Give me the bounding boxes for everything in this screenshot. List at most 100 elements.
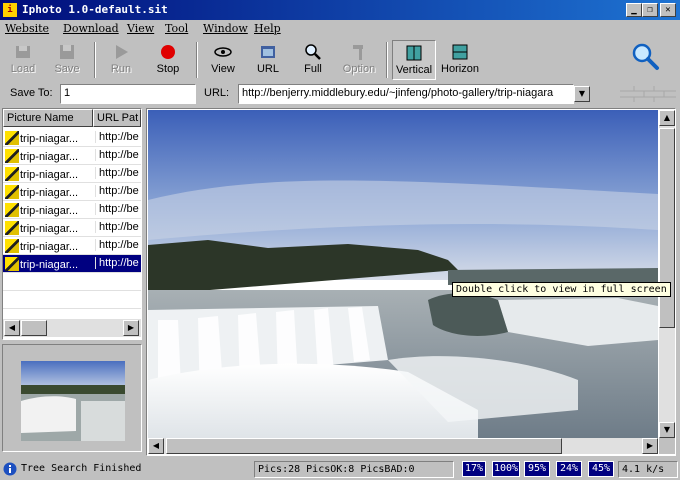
full-button[interactable]: Full: [294, 40, 332, 80]
option-label: Option: [342, 63, 376, 75]
list-item-url: http://be: [95, 221, 141, 233]
menu-website[interactable]: Website: [5, 22, 49, 35]
scroll-right-button[interactable]: ▶: [123, 320, 139, 336]
close-button[interactable]: ✕: [660, 3, 676, 17]
maximize-button[interactable]: ❐: [642, 3, 658, 17]
progress-badge: 24%: [556, 461, 582, 477]
url-input[interactable]: http://benjerry.middlebury.edu/~jinfeng/…: [238, 84, 574, 104]
arrow-right-icon: ▶: [646, 441, 654, 450]
arrow-down-icon: ▼: [663, 425, 671, 434]
viewer-vertical-scrollbar[interactable]: ▲ ▼: [659, 110, 675, 438]
horizon-layout-button[interactable]: Horizon: [438, 40, 482, 80]
horizon-label: Horizon: [441, 63, 479, 75]
list-item-url: http://be: [95, 257, 141, 269]
list-item-url: http://be: [95, 167, 141, 179]
thumbnail-preview: [2, 344, 142, 452]
image-file-icon: [5, 239, 19, 253]
horizon-layout-icon: [452, 44, 468, 60]
picture-list[interactable]: Picture Name URL Pat trip-niagar... http:…: [2, 108, 142, 340]
progress-badge: 17%: [462, 461, 486, 477]
list-horizontal-scrollbar[interactable]: ◀ ▶: [3, 319, 141, 337]
scroll-thumb[interactable]: [21, 320, 47, 336]
window-title: Iphoto 1.0-default.sit: [22, 3, 168, 16]
toolbar: Load Save Run Stop View URL Full Option …: [0, 38, 680, 82]
scroll-left-button[interactable]: ◀: [4, 320, 20, 336]
horizontal-scroll-thumb[interactable]: [166, 438, 562, 454]
toolbar-separator: [94, 42, 96, 78]
menu-help[interactable]: Help: [254, 22, 281, 35]
thumbnail-image[interactable]: [21, 361, 125, 441]
magnifier-icon: [305, 44, 321, 60]
vertical-scroll-thumb[interactable]: [659, 128, 675, 328]
full-label: Full: [304, 63, 322, 75]
load-button[interactable]: Load: [4, 40, 42, 80]
list-item[interactable]: trip-niagar... http://be: [3, 147, 141, 165]
image-file-icon: [5, 221, 19, 235]
column-header-picture-name[interactable]: Picture Name: [3, 109, 93, 127]
run-button[interactable]: Run: [102, 40, 140, 80]
menu-window[interactable]: Window: [203, 22, 248, 35]
brick-icon: [620, 86, 676, 102]
title-bar[interactable]: i Iphoto 1.0-default.sit ▁ ❐ ✕: [0, 0, 680, 20]
viewer-horizontal-scrollbar[interactable]: ◀ ▶: [148, 438, 658, 454]
list-item-name: trip-niagar...: [20, 169, 79, 181]
niagara-falls-photo[interactable]: [148, 110, 658, 438]
list-item-name: trip-niagar...: [20, 241, 79, 253]
tooltip: Double click to view in full screen: [452, 282, 671, 297]
save-button[interactable]: Save: [48, 40, 86, 80]
option-button[interactable]: Option: [338, 40, 380, 80]
save-to-input[interactable]: 1: [60, 84, 196, 104]
scroll-right-button[interactable]: ▶: [642, 438, 658, 454]
stop-button[interactable]: Stop: [148, 40, 188, 80]
vertical-layout-button[interactable]: Vertical: [392, 40, 436, 80]
address-row: Save To: 1 URL: http://benjerry.middlebu…: [0, 82, 680, 106]
list-item[interactable]: trip-niagar... http://be: [3, 201, 141, 219]
list-empty-row: [3, 273, 141, 291]
scroll-up-button[interactable]: ▲: [659, 110, 675, 126]
image-file-icon: [5, 257, 19, 271]
list-item-name: trip-niagar...: [20, 223, 79, 235]
toolbar-separator: [386, 42, 388, 78]
app-icon[interactable]: i: [3, 3, 17, 17]
list-item[interactable]: trip-niagar... http://be: [3, 237, 141, 255]
eye-icon: [214, 47, 232, 57]
menu-tool[interactable]: Tool: [165, 22, 188, 35]
stop-icon: [161, 45, 175, 59]
list-item-selected[interactable]: trip-niagar... http://be: [3, 255, 141, 273]
load-icon: [16, 46, 30, 58]
url-button[interactable]: URL: [250, 40, 286, 80]
url-icon: [261, 46, 275, 58]
chevron-down-icon: ▼: [578, 89, 586, 98]
scrollbar-corner: [659, 438, 675, 454]
list-item[interactable]: trip-niagar... http://be: [3, 165, 141, 183]
column-header-url-path[interactable]: URL Pat: [93, 109, 141, 127]
hammer-icon: [353, 45, 363, 60]
list-item-url: http://be: [95, 149, 141, 161]
status-bar: Tree Search Finished Pics:28 PicsOK:8 Pi…: [0, 458, 680, 480]
progress-badge: 45%: [588, 461, 614, 477]
list-empty-row: [3, 291, 141, 309]
list-item[interactable]: trip-niagar... http://be: [3, 183, 141, 201]
save-to-label: Save To:: [10, 87, 53, 99]
url-label: URL: [256, 63, 279, 75]
list-item[interactable]: trip-niagar... http://be: [3, 129, 141, 147]
url-dropdown-button[interactable]: ▼: [574, 86, 590, 102]
list-item-name: trip-niagar...: [20, 205, 79, 217]
toolbar-separator: [196, 42, 198, 78]
info-icon: [3, 462, 17, 476]
search-icon[interactable]: [630, 42, 660, 72]
view-button[interactable]: View: [204, 40, 242, 80]
menu-download[interactable]: Download: [63, 22, 119, 35]
arrow-left-icon: ◀: [8, 323, 16, 332]
run-icon: [116, 45, 128, 59]
run-label: Run: [110, 63, 132, 75]
menu-view[interactable]: View: [127, 22, 154, 35]
scroll-left-button[interactable]: ◀: [148, 438, 164, 454]
list-item[interactable]: trip-niagar... http://be: [3, 219, 141, 237]
progress-badge: 100%: [492, 461, 520, 477]
progress-badge: 95%: [524, 461, 550, 477]
status-message: Tree Search Finished: [21, 463, 142, 474]
image-file-icon: [5, 149, 19, 163]
minimize-button[interactable]: ▁: [626, 3, 642, 17]
scroll-down-button[interactable]: ▼: [659, 422, 675, 438]
